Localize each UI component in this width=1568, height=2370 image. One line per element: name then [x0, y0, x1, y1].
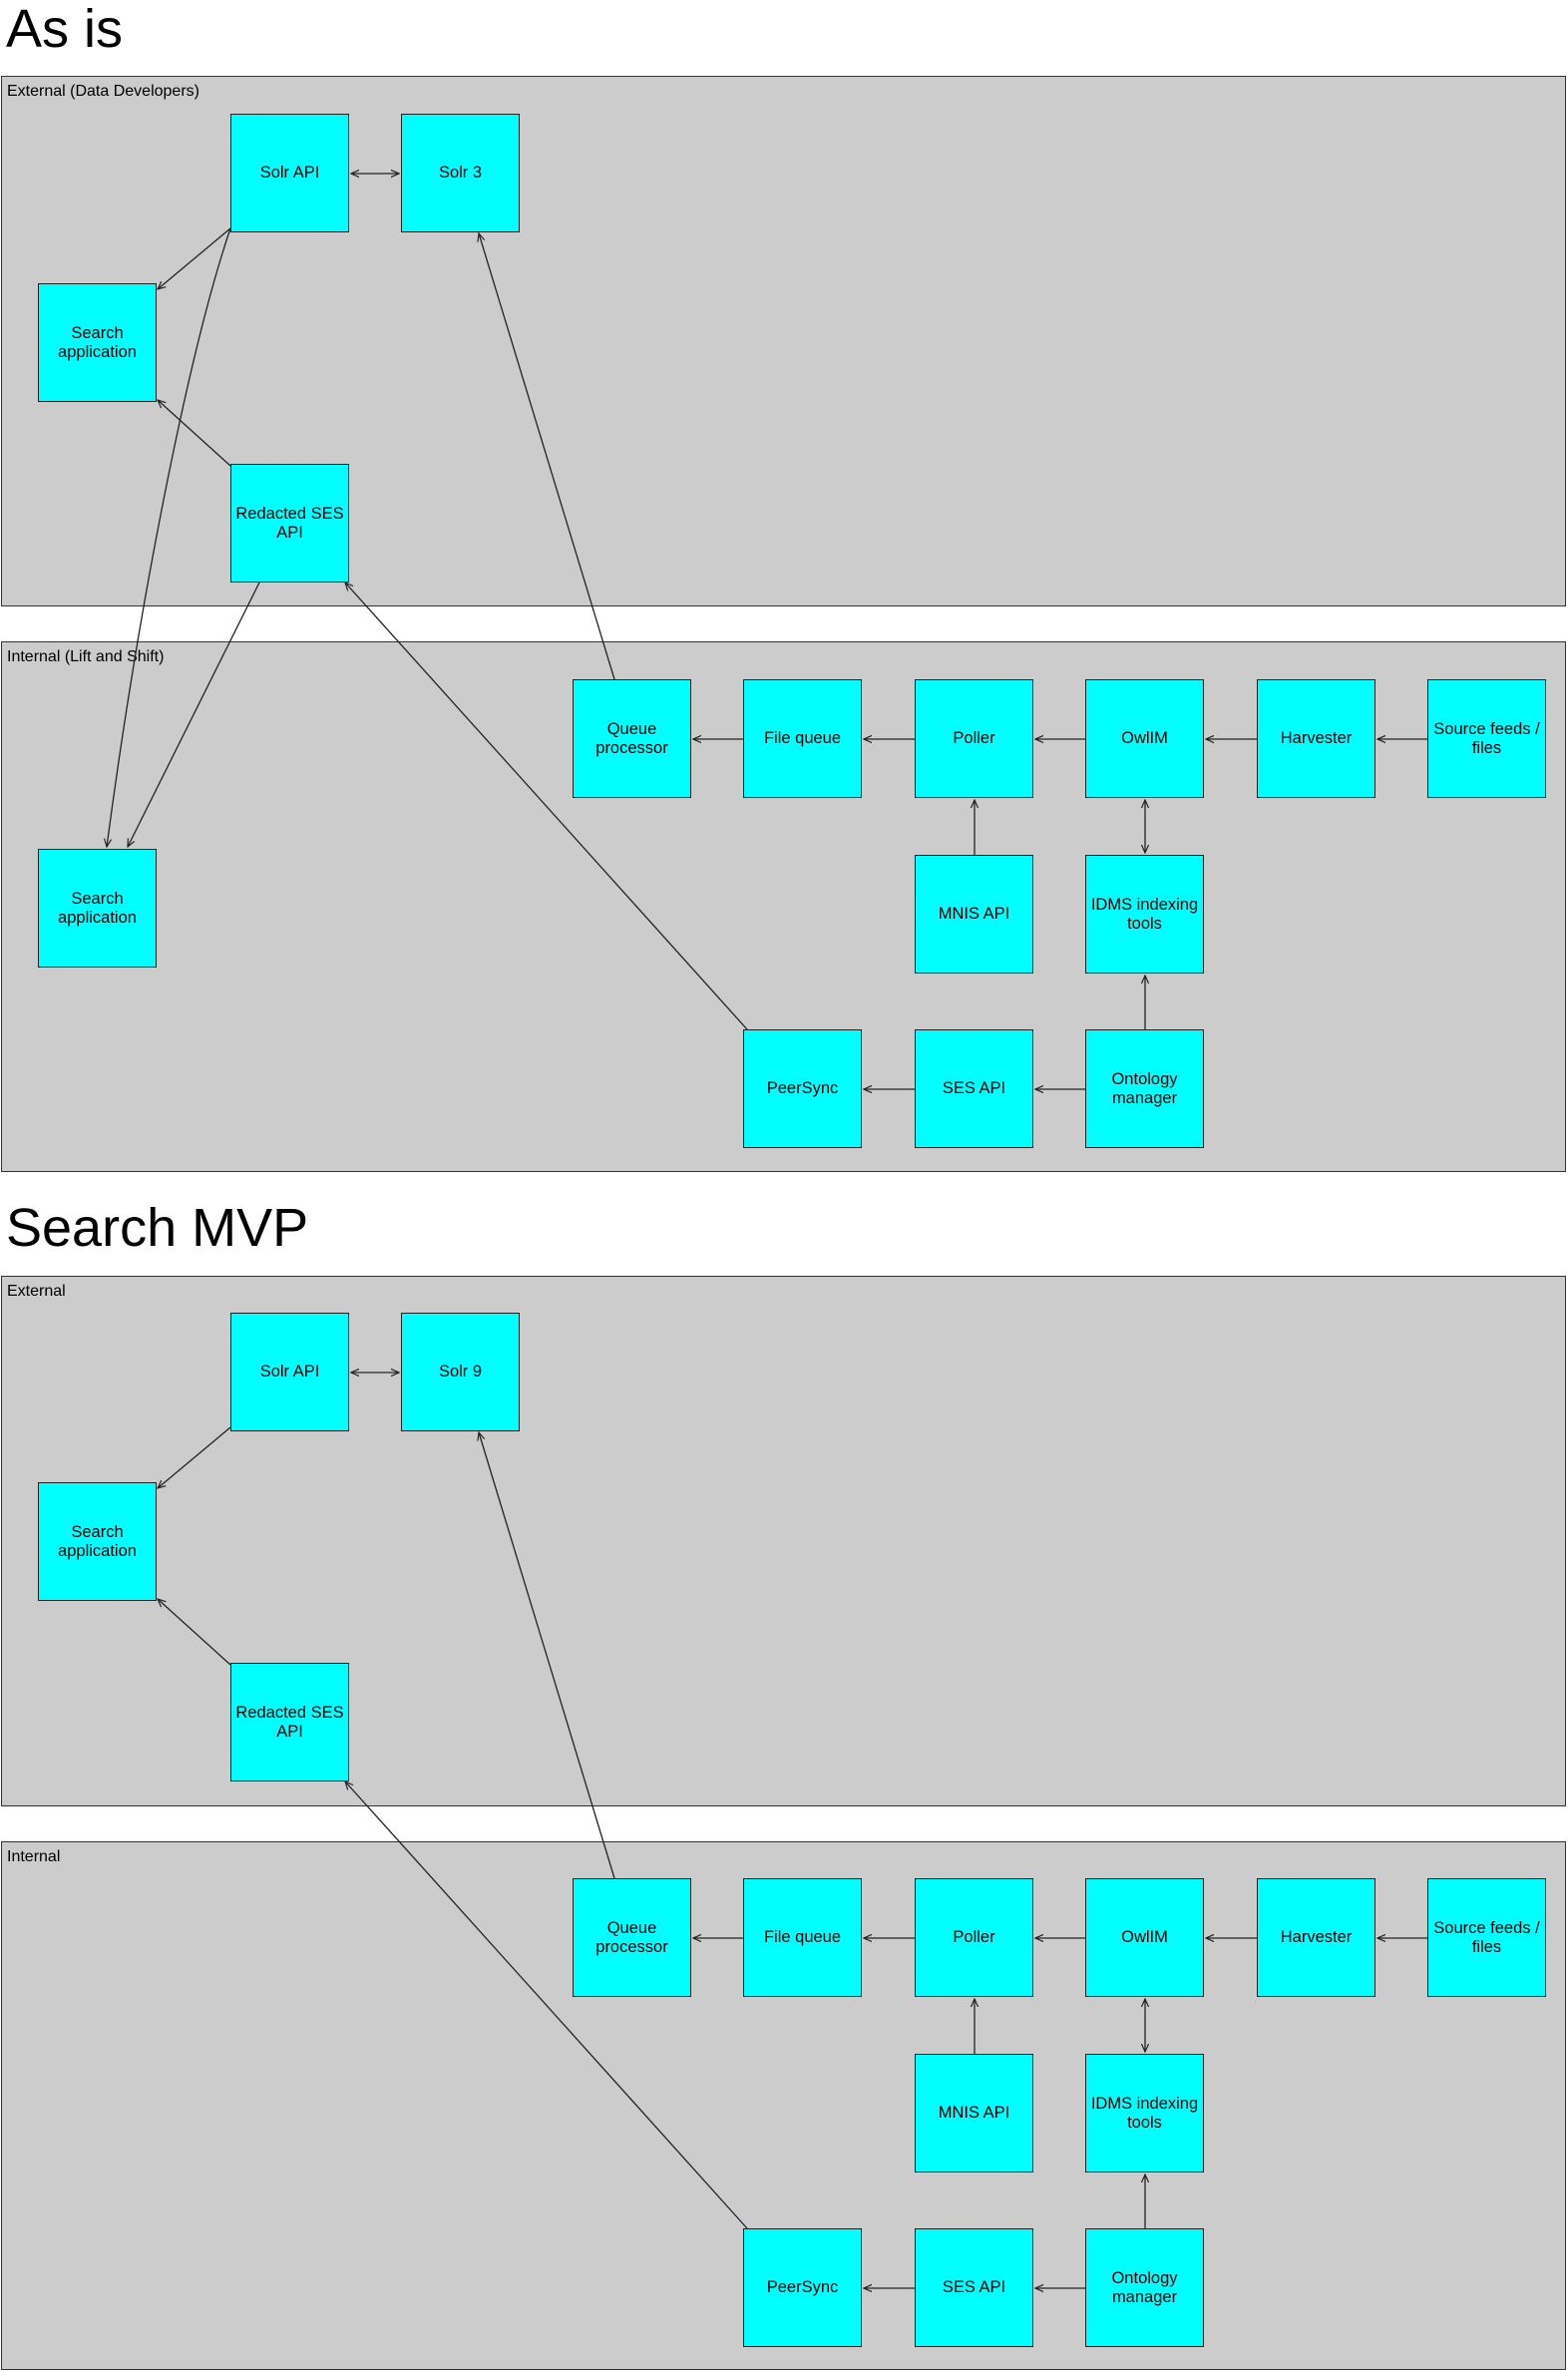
node-queue-processor[interactable]: Queue processor: [573, 1878, 691, 1997]
node-mnis-api[interactable]: MNIS API: [915, 2054, 1033, 2172]
node-harvester[interactable]: Harvester: [1257, 679, 1375, 798]
node-ontology-manager[interactable]: Ontology manager: [1085, 2228, 1204, 2347]
node-solr-api[interactable]: Solr API: [230, 1313, 349, 1431]
node-search-application-external[interactable]: Search application: [38, 283, 157, 402]
node-solr[interactable]: Solr 3: [401, 114, 520, 232]
node-redacted-ses-api[interactable]: Redacted SES API: [230, 1663, 349, 1781]
node-peersync[interactable]: PeerSync: [743, 2228, 862, 2347]
node-solr[interactable]: Solr 9: [401, 1313, 520, 1431]
node-harvester[interactable]: Harvester: [1257, 1878, 1375, 1997]
node-owlim[interactable]: OwlIM: [1085, 1878, 1204, 1997]
node-source-feeds[interactable]: Source feeds / files: [1427, 679, 1546, 798]
node-poller[interactable]: Poller: [915, 1878, 1033, 1997]
node-peersync[interactable]: PeerSync: [743, 1029, 862, 1148]
section-heading-search-mvp: Search MVP: [6, 1198, 309, 1258]
node-search-application-external[interactable]: Search application: [38, 1482, 157, 1601]
zone-label-internal: Internal: [7, 1848, 61, 1865]
node-search-application-internal[interactable]: Search application: [38, 849, 157, 968]
node-ses-api[interactable]: SES API: [915, 2228, 1033, 2347]
zone-label-external: External: [7, 1283, 66, 1300]
node-idms-indexing-tools[interactable]: IDMS indexing tools: [1085, 2054, 1204, 2172]
zone-label-internal: Internal (Lift and Shift): [7, 648, 165, 665]
node-source-feeds[interactable]: Source feeds / files: [1427, 1878, 1546, 1997]
node-idms-indexing-tools[interactable]: IDMS indexing tools: [1085, 855, 1204, 974]
node-owlim[interactable]: OwlIM: [1085, 679, 1204, 798]
node-queue-processor[interactable]: Queue processor: [573, 679, 691, 798]
node-file-queue[interactable]: File queue: [743, 1878, 862, 1997]
section-heading-as-is: As is: [6, 0, 124, 59]
node-ontology-manager[interactable]: Ontology manager: [1085, 1029, 1204, 1148]
node-file-queue[interactable]: File queue: [743, 679, 862, 798]
node-mnis-api[interactable]: MNIS API: [915, 855, 1033, 974]
zone-label-external: External (Data Developers): [7, 83, 199, 100]
node-poller[interactable]: Poller: [915, 679, 1033, 798]
node-ses-api[interactable]: SES API: [915, 1029, 1033, 1148]
node-solr-api[interactable]: Solr API: [230, 114, 349, 232]
node-redacted-ses-api[interactable]: Redacted SES API: [230, 464, 349, 583]
